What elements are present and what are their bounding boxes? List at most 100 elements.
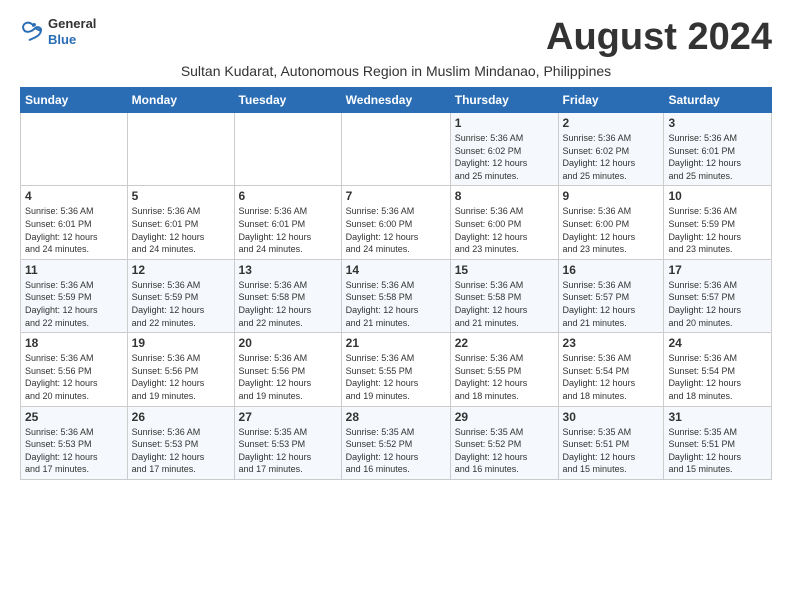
calendar-cell: 3 Sunrise: 5:36 AM Sunset: 6:01 PM Daylig… bbox=[664, 113, 772, 186]
day-info: Sunrise: 5:35 AM Sunset: 5:51 PM Dayligh… bbox=[563, 426, 660, 476]
calendar-cell bbox=[341, 113, 450, 186]
day-number: 30 bbox=[563, 410, 660, 424]
day-number: 9 bbox=[563, 189, 660, 203]
calendar-cell: 16 Sunrise: 5:36 AM Sunset: 5:57 PM Dayli… bbox=[558, 259, 664, 332]
calendar-cell: 30 Sunrise: 5:35 AM Sunset: 5:51 PM Dayli… bbox=[558, 406, 664, 479]
day-number: 6 bbox=[239, 189, 337, 203]
week-row-4: 18 Sunrise: 5:36 AM Sunset: 5:56 PM Dayli… bbox=[21, 333, 772, 406]
day-number: 16 bbox=[563, 263, 660, 277]
calendar-cell: 13Sunrise: 5:36 AM Sunset: 5:58 PM Dayli… bbox=[234, 259, 341, 332]
day-number: 19 bbox=[132, 336, 230, 350]
day-number: 21 bbox=[346, 336, 446, 350]
logo-general: General bbox=[48, 16, 96, 32]
calendar-cell: 15Sunrise: 5:36 AM Sunset: 5:58 PM Dayli… bbox=[450, 259, 558, 332]
calendar-cell: 6Sunrise: 5:36 AM Sunset: 6:01 PM Daylig… bbox=[234, 186, 341, 259]
calendar-cell: 11 Sunrise: 5:36 AM Sunset: 5:59 PM Dayli… bbox=[21, 259, 128, 332]
day-info: Sunrise: 5:36 AM Sunset: 5:57 PM Dayligh… bbox=[668, 279, 767, 329]
day-number: 3 bbox=[668, 116, 767, 130]
day-number: 17 bbox=[668, 263, 767, 277]
calendar-cell: 28 Sunrise: 5:35 AM Sunset: 5:52 PM Dayli… bbox=[341, 406, 450, 479]
header-day-saturday: Saturday bbox=[664, 88, 772, 113]
logo-bird-icon bbox=[20, 21, 44, 43]
day-number: 13 bbox=[239, 263, 337, 277]
subtitle: Sultan Kudarat, Autonomous Region in Mus… bbox=[20, 63, 772, 79]
calendar-cell: 22 Sunrise: 5:36 AM Sunset: 5:55 PM Dayli… bbox=[450, 333, 558, 406]
header-day-tuesday: Tuesday bbox=[234, 88, 341, 113]
day-number: 26 bbox=[132, 410, 230, 424]
calendar-table: SundayMondayTuesdayWednesdayThursdayFrid… bbox=[20, 87, 772, 480]
day-number: 27 bbox=[239, 410, 337, 424]
day-info: Sunrise: 5:36 AM Sunset: 5:56 PM Dayligh… bbox=[25, 352, 123, 402]
week-row-2: 4 Sunrise: 5:36 AM Sunset: 6:01 PM Daylig… bbox=[21, 186, 772, 259]
day-info: Sunrise: 5:36 AM Sunset: 6:02 PM Dayligh… bbox=[455, 132, 554, 182]
calendar-cell: 25 Sunrise: 5:36 AM Sunset: 5:53 PM Dayli… bbox=[21, 406, 128, 479]
calendar-cell: 2 Sunrise: 5:36 AM Sunset: 6:02 PM Daylig… bbox=[558, 113, 664, 186]
logo: General Blue bbox=[20, 16, 96, 47]
calendar-cell: 26 Sunrise: 5:36 AM Sunset: 5:53 PM Dayli… bbox=[127, 406, 234, 479]
calendar-cell: 9Sunrise: 5:36 AM Sunset: 6:00 PM Daylig… bbox=[558, 186, 664, 259]
day-info: Sunrise: 5:36 AM Sunset: 5:53 PM Dayligh… bbox=[25, 426, 123, 476]
day-info: Sunrise: 5:36 AM Sunset: 6:01 PM Dayligh… bbox=[25, 205, 123, 255]
calendar-cell: 10 Sunrise: 5:36 AM Sunset: 5:59 PM Dayli… bbox=[664, 186, 772, 259]
day-info: Sunrise: 5:36 AM Sunset: 6:01 PM Dayligh… bbox=[132, 205, 230, 255]
calendar-cell: 18 Sunrise: 5:36 AM Sunset: 5:56 PM Dayli… bbox=[21, 333, 128, 406]
day-number: 22 bbox=[455, 336, 554, 350]
day-info: Sunrise: 5:35 AM Sunset: 5:53 PM Dayligh… bbox=[239, 426, 337, 476]
day-info: Sunrise: 5:36 AM Sunset: 5:54 PM Dayligh… bbox=[563, 352, 660, 402]
calendar-cell bbox=[234, 113, 341, 186]
header-day-sunday: Sunday bbox=[21, 88, 128, 113]
day-number: 1 bbox=[455, 116, 554, 130]
header-day-friday: Friday bbox=[558, 88, 664, 113]
calendar-cell: 5 Sunrise: 5:36 AM Sunset: 6:01 PM Daylig… bbox=[127, 186, 234, 259]
calendar-cell: 8 Sunrise: 5:36 AM Sunset: 6:00 PM Daylig… bbox=[450, 186, 558, 259]
day-info: Sunrise: 5:36 AM Sunset: 6:00 PM Dayligh… bbox=[346, 205, 446, 255]
day-number: 4 bbox=[25, 189, 123, 203]
day-info: Sunrise: 5:36 AM Sunset: 5:56 PM Dayligh… bbox=[132, 352, 230, 402]
day-number: 10 bbox=[668, 189, 767, 203]
day-number: 2 bbox=[563, 116, 660, 130]
day-number: 5 bbox=[132, 189, 230, 203]
day-info: Sunrise: 5:36 AM Sunset: 5:53 PM Dayligh… bbox=[132, 426, 230, 476]
calendar-cell: 19 Sunrise: 5:36 AM Sunset: 5:56 PM Dayli… bbox=[127, 333, 234, 406]
week-row-1: 1 Sunrise: 5:36 AM Sunset: 6:02 PM Daylig… bbox=[21, 113, 772, 186]
day-number: 11 bbox=[25, 263, 123, 277]
calendar-cell bbox=[21, 113, 128, 186]
calendar-cell: 7Sunrise: 5:36 AM Sunset: 6:00 PM Daylig… bbox=[341, 186, 450, 259]
day-number: 12 bbox=[132, 263, 230, 277]
day-number: 20 bbox=[239, 336, 337, 350]
day-number: 24 bbox=[668, 336, 767, 350]
day-info: Sunrise: 5:36 AM Sunset: 5:54 PM Dayligh… bbox=[668, 352, 767, 402]
calendar-cell bbox=[127, 113, 234, 186]
day-info: Sunrise: 5:35 AM Sunset: 5:52 PM Dayligh… bbox=[455, 426, 554, 476]
day-number: 15 bbox=[455, 263, 554, 277]
day-info: Sunrise: 5:36 AM Sunset: 5:59 PM Dayligh… bbox=[25, 279, 123, 329]
day-info: Sunrise: 5:36 AM Sunset: 5:55 PM Dayligh… bbox=[455, 352, 554, 402]
day-number: 23 bbox=[563, 336, 660, 350]
calendar-cell: 23 Sunrise: 5:36 AM Sunset: 5:54 PM Dayli… bbox=[558, 333, 664, 406]
calendar-cell: 27 Sunrise: 5:35 AM Sunset: 5:53 PM Dayli… bbox=[234, 406, 341, 479]
month-title: August 2024 bbox=[546, 16, 772, 59]
calendar-cell: 4 Sunrise: 5:36 AM Sunset: 6:01 PM Daylig… bbox=[21, 186, 128, 259]
calendar-cell: 24 Sunrise: 5:36 AM Sunset: 5:54 PM Dayli… bbox=[664, 333, 772, 406]
header-day-wednesday: Wednesday bbox=[341, 88, 450, 113]
day-number: 25 bbox=[25, 410, 123, 424]
day-info: Sunrise: 5:35 AM Sunset: 5:52 PM Dayligh… bbox=[346, 426, 446, 476]
day-info: Sunrise: 5:36 AM Sunset: 5:59 PM Dayligh… bbox=[132, 279, 230, 329]
day-info: Sunrise: 5:36 AM Sunset: 5:59 PM Dayligh… bbox=[668, 205, 767, 255]
calendar-cell: 14Sunrise: 5:36 AM Sunset: 5:58 PM Dayli… bbox=[341, 259, 450, 332]
header-day-thursday: Thursday bbox=[450, 88, 558, 113]
day-number: 28 bbox=[346, 410, 446, 424]
day-info: Sunrise: 5:36 AM Sunset: 5:57 PM Dayligh… bbox=[563, 279, 660, 329]
week-row-3: 11 Sunrise: 5:36 AM Sunset: 5:59 PM Dayli… bbox=[21, 259, 772, 332]
day-info: Sunrise: 5:36 AM Sunset: 5:56 PM Dayligh… bbox=[239, 352, 337, 402]
week-row-5: 25 Sunrise: 5:36 AM Sunset: 5:53 PM Dayli… bbox=[21, 406, 772, 479]
day-info: Sunrise: 5:36 AM Sunset: 6:02 PM Dayligh… bbox=[563, 132, 660, 182]
day-info: Sunrise: 5:36 AM Sunset: 5:55 PM Dayligh… bbox=[346, 352, 446, 402]
day-number: 8 bbox=[455, 189, 554, 203]
day-number: 18 bbox=[25, 336, 123, 350]
logo-blue: Blue bbox=[48, 32, 96, 48]
calendar-header-row: SundayMondayTuesdayWednesdayThursdayFrid… bbox=[21, 88, 772, 113]
day-info: Sunrise: 5:36 AM Sunset: 6:01 PM Dayligh… bbox=[668, 132, 767, 182]
day-info: Sunrise: 5:36 AM Sunset: 6:00 PM Dayligh… bbox=[455, 205, 554, 255]
calendar-cell: 12 Sunrise: 5:36 AM Sunset: 5:59 PM Dayli… bbox=[127, 259, 234, 332]
